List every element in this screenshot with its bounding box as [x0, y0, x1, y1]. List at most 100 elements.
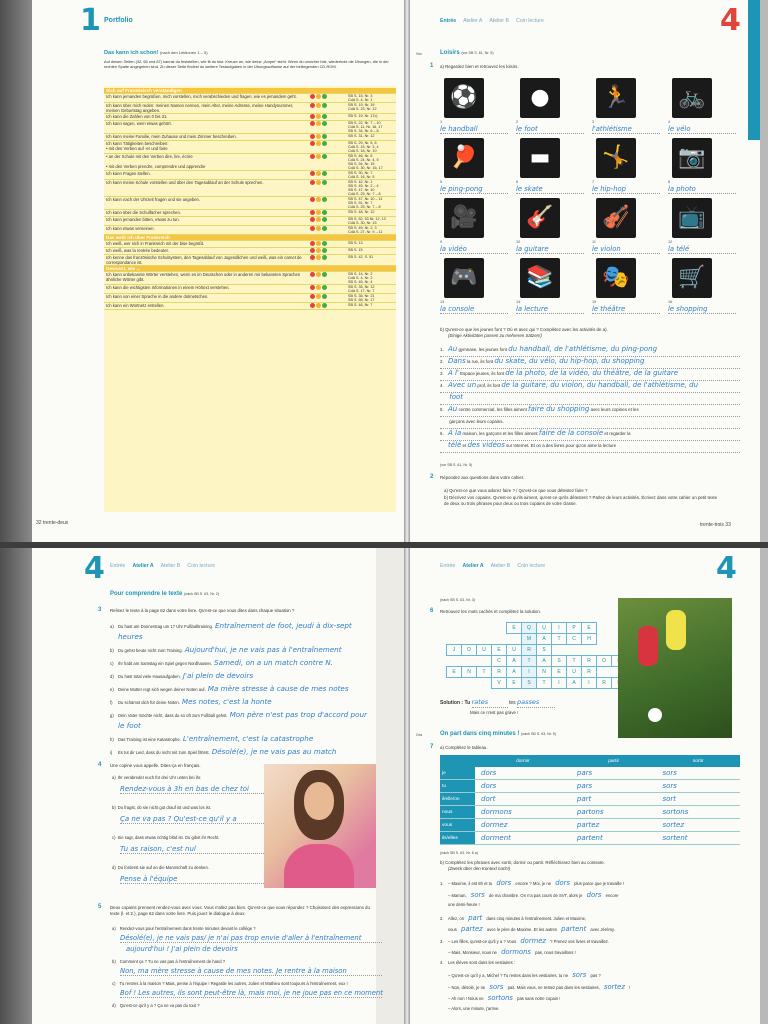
crossword-cell[interactable]: U	[566, 666, 582, 678]
traffic-light-amber-checkbox[interactable]	[316, 154, 321, 159]
tab-coin-lecture[interactable]: Coin lecture	[517, 563, 545, 569]
crossword-cell[interactable]: R	[521, 644, 537, 656]
traffic-light-amber-checkbox[interactable]	[316, 294, 321, 299]
traffic-light-red-checkbox[interactable]	[310, 303, 315, 308]
crossword-cell[interactable]: N	[461, 666, 477, 678]
traffic-light-amber-checkbox[interactable]	[316, 226, 321, 231]
traffic-light-red-checkbox[interactable]	[310, 255, 315, 260]
crossword-cell[interactable]: E	[506, 622, 522, 634]
answer-blank[interactable]: dors	[583, 890, 605, 899]
traffic-light-amber-checkbox[interactable]	[316, 210, 321, 215]
traffic-light-green-checkbox[interactable]	[322, 180, 327, 185]
tab-coin-lecture[interactable]: Coin lecture	[516, 18, 544, 24]
answer-blank[interactable]: part	[465, 913, 486, 922]
verb-form-cell[interactable]: dormons	[475, 805, 571, 819]
traffic-light-green-checkbox[interactable]	[322, 94, 327, 99]
answer-blank[interactable]: sors	[486, 982, 507, 991]
crossword-cell[interactable]: T	[566, 655, 582, 667]
traffic-light-red-checkbox[interactable]	[310, 217, 315, 222]
traffic-light-red-checkbox[interactable]	[310, 197, 315, 202]
traffic-light-amber-checkbox[interactable]	[316, 134, 321, 139]
traffic-light-amber-checkbox[interactable]	[316, 248, 321, 253]
tab-atelier-b[interactable]: Atelier B	[491, 563, 511, 569]
crossword-cell[interactable]: O	[596, 655, 612, 667]
crossword-cell[interactable]: T	[536, 677, 552, 689]
crossword-cell[interactable]: H	[581, 633, 597, 645]
traffic-light-green-checkbox[interactable]	[322, 121, 327, 126]
crossword-cell[interactable]: U	[476, 644, 492, 656]
crossword-cell[interactable]: S	[551, 655, 567, 667]
verb-form-cell[interactable]: partez	[570, 818, 657, 832]
answer-blank[interactable]: sortons	[484, 994, 516, 1002]
traffic-light-red-checkbox[interactable]	[310, 285, 315, 290]
traffic-light-red-checkbox[interactable]	[310, 294, 315, 299]
crossword-cell[interactable]: J	[446, 644, 462, 656]
tab-atelier-a[interactable]: Atelier A	[463, 18, 482, 24]
crossword-cell[interactable]: R	[596, 677, 612, 689]
answer-blank[interactable]: sortez	[600, 982, 628, 991]
traffic-light-amber-checkbox[interactable]	[316, 197, 321, 202]
crossword-cell[interactable]: T	[551, 633, 567, 645]
traffic-light-red-checkbox[interactable]	[310, 114, 315, 119]
crossword-cell[interactable]: A	[536, 633, 552, 645]
traffic-light-green-checkbox[interactable]	[322, 103, 327, 108]
traffic-light-red-checkbox[interactable]	[310, 241, 315, 246]
traffic-light-amber-checkbox[interactable]	[316, 141, 321, 146]
traffic-light-red-checkbox[interactable]	[310, 141, 315, 146]
crossword-cell[interactable]: I	[581, 677, 597, 689]
crossword-cell[interactable]: R	[581, 666, 597, 678]
tab-entree[interactable]: Entrée	[440, 18, 456, 24]
verb-form-cell[interactable]: sortent	[656, 831, 740, 845]
traffic-light-amber-checkbox[interactable]	[316, 103, 321, 108]
crossword-cell[interactable]: C	[491, 655, 507, 667]
traffic-light-green-checkbox[interactable]	[322, 154, 327, 159]
traffic-light-green-checkbox[interactable]	[322, 241, 327, 246]
crossword-cell[interactable]: Q	[521, 622, 537, 634]
traffic-light-red-checkbox[interactable]	[310, 272, 315, 277]
traffic-light-green-checkbox[interactable]	[322, 285, 327, 290]
traffic-light-green-checkbox[interactable]	[322, 114, 327, 119]
tab-atelier-b[interactable]: Atelier B	[489, 18, 509, 24]
traffic-light-green-checkbox[interactable]	[322, 217, 327, 222]
tab-atelier-a[interactable]: Atelier A	[463, 563, 484, 569]
traffic-light-green-checkbox[interactable]	[322, 248, 327, 253]
crossword-cell[interactable]: A	[566, 677, 582, 689]
crossword-cell[interactable]: R	[491, 666, 507, 678]
verb-form-cell[interactable]: sortons	[656, 805, 740, 819]
traffic-light-green-checkbox[interactable]	[322, 303, 327, 308]
crossword-cell[interactable]: E	[506, 677, 522, 689]
traffic-light-green-checkbox[interactable]	[322, 141, 327, 146]
answer-blank[interactable]: partent	[558, 925, 590, 933]
traffic-light-red-checkbox[interactable]	[310, 154, 315, 159]
verb-form-cell[interactable]: pars	[570, 767, 657, 780]
traffic-light-red-checkbox[interactable]	[310, 226, 315, 231]
verb-form-cell[interactable]: sors	[656, 779, 740, 793]
traffic-light-red-checkbox[interactable]	[310, 121, 315, 126]
crossword-cell[interactable]: A	[506, 655, 522, 667]
verb-form-cell[interactable]: dort	[475, 792, 571, 806]
crossword-cell[interactable]: O	[461, 644, 477, 656]
traffic-light-amber-checkbox[interactable]	[316, 94, 321, 99]
traffic-light-green-checkbox[interactable]	[322, 255, 327, 260]
answer-blank[interactable]: dors	[493, 879, 515, 887]
traffic-light-green-checkbox[interactable]	[322, 210, 327, 215]
crossword-cell[interactable]: S	[521, 677, 537, 689]
tab-entree[interactable]: Entrée	[440, 563, 455, 569]
crossword-cell[interactable]: T	[476, 666, 492, 678]
traffic-light-red-checkbox[interactable]	[310, 94, 315, 99]
answer-blank[interactable]: sors	[467, 890, 488, 899]
crossword-cell[interactable]: N	[536, 666, 552, 678]
answer-blank[interactable]: sors	[569, 971, 590, 979]
tab-entree[interactable]: Entrée	[110, 563, 125, 569]
verb-form-cell[interactable]: dors	[475, 779, 571, 793]
traffic-light-green-checkbox[interactable]	[322, 294, 327, 299]
tab-atelier-a[interactable]: Atelier A	[133, 563, 154, 569]
traffic-light-green-checkbox[interactable]	[322, 226, 327, 231]
traffic-light-red-checkbox[interactable]	[310, 248, 315, 253]
traffic-light-amber-checkbox[interactable]	[316, 114, 321, 119]
traffic-light-amber-checkbox[interactable]	[316, 255, 321, 260]
verb-form-cell[interactable]: pars	[570, 779, 657, 793]
crossword-cell[interactable]: E	[446, 666, 462, 678]
traffic-light-amber-checkbox[interactable]	[316, 285, 321, 290]
answer-blank[interactable]: dors	[552, 879, 573, 887]
